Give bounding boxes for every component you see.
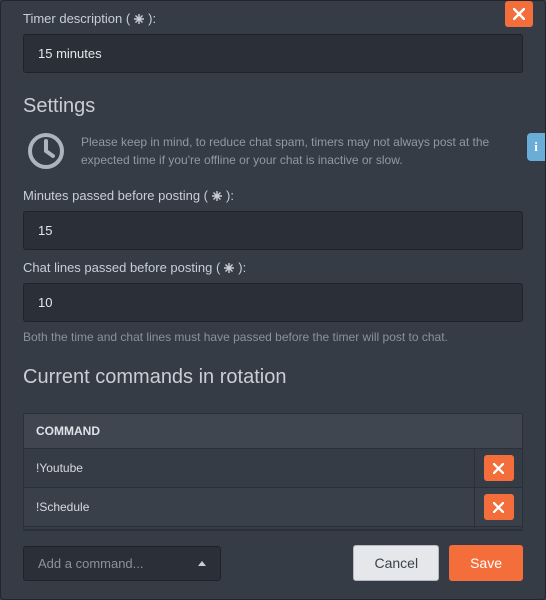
delete-icon bbox=[493, 463, 504, 474]
rotation-heading: Current commands in rotation bbox=[23, 366, 523, 389]
close-button[interactable] bbox=[505, 1, 533, 27]
save-button[interactable]: Save bbox=[449, 545, 523, 581]
chatlines-label: Chat lines passed before posting ( ): bbox=[23, 260, 523, 275]
minutes-label: Minutes passed before posting ( ): bbox=[23, 188, 523, 203]
column-header-action bbox=[462, 424, 510, 438]
timer-description-label: Timer description ( ): bbox=[23, 11, 523, 26]
chatlines-input[interactable] bbox=[23, 283, 523, 322]
delete-icon bbox=[493, 502, 504, 513]
settings-note: Please keep in mind, to reduce chat spam… bbox=[23, 128, 523, 178]
required-icon bbox=[132, 12, 146, 26]
command-cell: !Youtube bbox=[24, 450, 474, 486]
info-tab[interactable]: i bbox=[527, 133, 545, 161]
column-header-command: COMMAND bbox=[36, 424, 462, 438]
chevron-up-icon bbox=[198, 561, 206, 566]
settings-heading: Settings bbox=[23, 95, 523, 118]
modal-footer: Add a command... Cancel Save bbox=[23, 530, 523, 581]
timer-edit-modal: Timer description ( ): Settings Please k… bbox=[1, 1, 545, 599]
close-icon bbox=[513, 8, 525, 20]
required-icon bbox=[210, 189, 224, 203]
table-row: !Schedule bbox=[24, 487, 522, 526]
commands-table: COMMAND !Youtube !Schedule !Social bbox=[23, 413, 523, 530]
add-command-placeholder: Add a command... bbox=[38, 556, 144, 571]
settings-note-text: Please keep in mind, to reduce chat spam… bbox=[81, 133, 523, 169]
minutes-input[interactable] bbox=[23, 211, 523, 250]
delete-command-button[interactable] bbox=[484, 455, 514, 481]
settings-helper-text: Both the time and chat lines must have p… bbox=[23, 330, 523, 344]
required-icon bbox=[222, 261, 236, 275]
delete-command-button[interactable] bbox=[484, 494, 514, 520]
clock-icon bbox=[27, 132, 65, 170]
commands-table-head: COMMAND bbox=[24, 414, 522, 448]
cancel-button[interactable]: Cancel bbox=[353, 545, 439, 581]
table-row: !Youtube bbox=[24, 448, 522, 487]
timer-description-input[interactable] bbox=[23, 34, 523, 73]
add-command-select[interactable]: Add a command... bbox=[23, 546, 221, 581]
command-cell: !Schedule bbox=[24, 489, 474, 525]
